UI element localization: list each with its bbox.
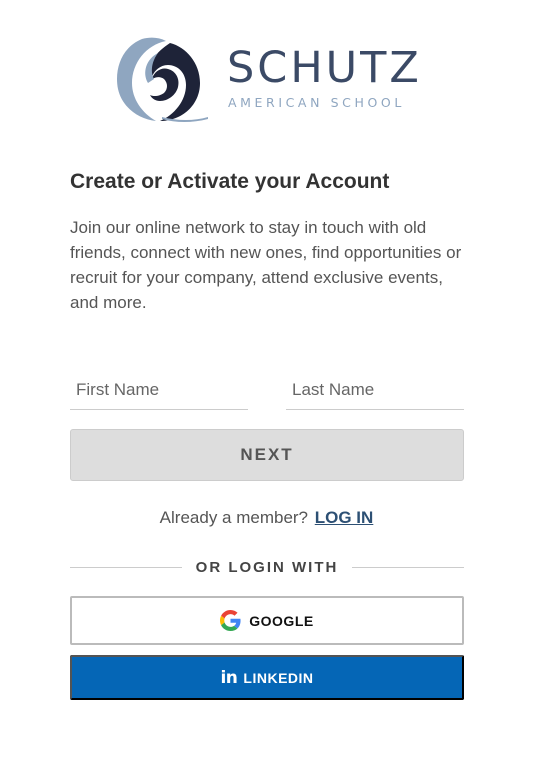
already-member-text: Already a member? LOG IN bbox=[0, 508, 533, 528]
page-description: Join our online network to stay in touch… bbox=[70, 218, 462, 312]
linkedin-login-button[interactable]: in LINKEDIN bbox=[70, 655, 464, 700]
already-member-prompt: Already a member? bbox=[159, 508, 309, 527]
linkedin-icon: in bbox=[220, 667, 238, 688]
logo-school-subtitle: AMERICAN SCHOOL bbox=[228, 95, 405, 110]
divider-line-left bbox=[70, 566, 182, 568]
login-divider: OR LOGIN WITH bbox=[70, 557, 464, 577]
google-button-label: GOOGLE bbox=[249, 612, 314, 629]
google-icon bbox=[220, 610, 241, 631]
or-login-with-text: OR LOGIN WITH bbox=[195, 558, 339, 576]
eagle-logo-icon bbox=[117, 37, 208, 122]
last-name-input[interactable] bbox=[286, 370, 464, 410]
logo-school-name: SCHUTZ bbox=[227, 43, 422, 93]
divider-line-right bbox=[352, 566, 464, 568]
google-login-button[interactable]: GOOGLE bbox=[70, 596, 464, 645]
school-logo: SCHUTZ AMERICAN SCHOOL bbox=[112, 33, 424, 123]
next-button[interactable]: NEXT bbox=[70, 429, 464, 481]
linkedin-button-label: LINKEDIN bbox=[243, 669, 314, 686]
first-name-input[interactable] bbox=[70, 370, 248, 410]
login-link[interactable]: LOG IN bbox=[315, 508, 374, 527]
page-title: Create or Activate your Account bbox=[70, 170, 390, 193]
